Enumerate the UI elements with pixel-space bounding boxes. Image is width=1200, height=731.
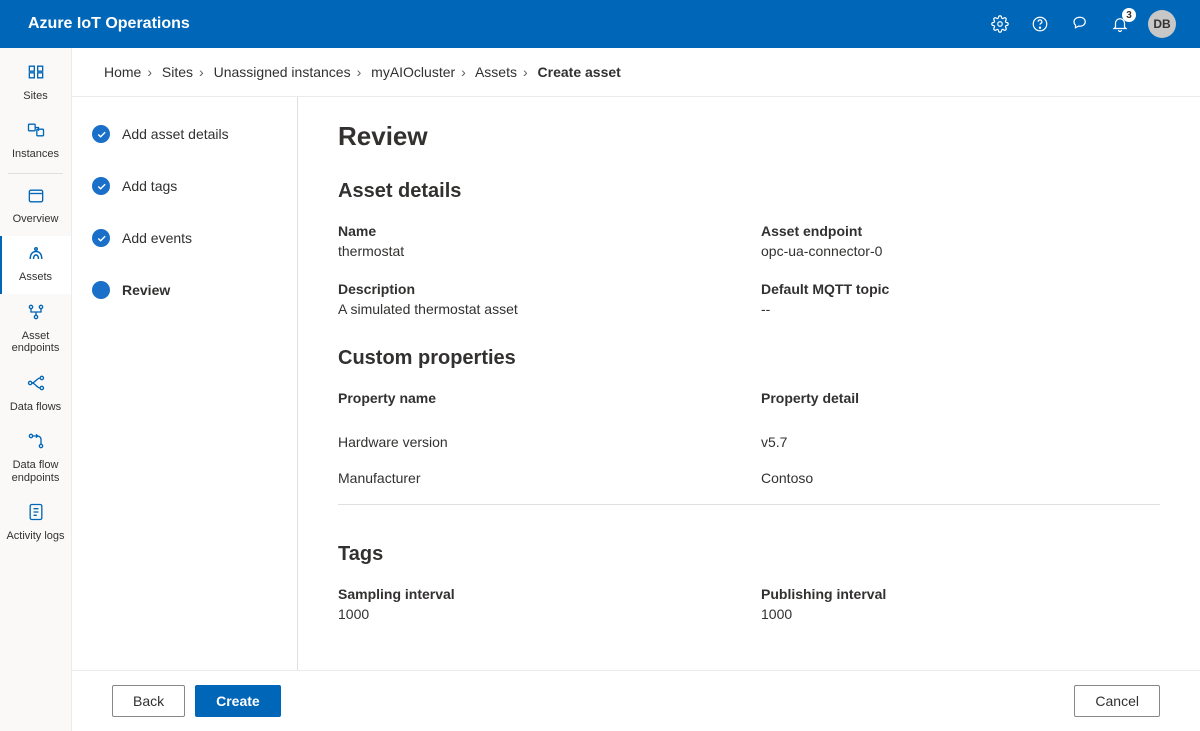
rail-item-sites[interactable]: Sites bbox=[0, 54, 71, 112]
rail-label: Data flows bbox=[10, 401, 61, 414]
rail-item-activity-logs[interactable]: Activity logs bbox=[0, 494, 71, 552]
avatar[interactable]: DB bbox=[1148, 10, 1176, 38]
rail-label: Instances bbox=[12, 148, 59, 161]
rail-label: Sites bbox=[23, 90, 47, 103]
rail-item-dataflow-endpoints[interactable]: Data flow endpoints bbox=[0, 423, 71, 494]
rail-label: Asset endpoints bbox=[4, 330, 67, 355]
step-review[interactable]: Review bbox=[92, 281, 277, 299]
field-mqtt-topic: Default MQTT topic -- bbox=[761, 281, 1160, 317]
field-sampling-interval: Sampling interval 1000 bbox=[338, 586, 737, 622]
rail-item-instances[interactable]: Instances bbox=[0, 112, 71, 170]
step-add-tags[interactable]: Add tags bbox=[92, 177, 277, 195]
wizard-stepper: Add asset details Add tags Add events bbox=[72, 97, 298, 670]
step-label: Add tags bbox=[122, 178, 177, 194]
brand-title: Azure IoT Operations bbox=[28, 15, 190, 33]
check-icon bbox=[92, 177, 110, 195]
app-header: Azure IoT Operations 3 DB bbox=[0, 0, 1200, 48]
crumb-home[interactable]: Home bbox=[104, 64, 141, 80]
rail-item-overview[interactable]: Overview bbox=[0, 178, 71, 236]
back-button[interactable]: Back bbox=[112, 685, 185, 717]
review-panel: Review Asset details Name thermostat Ass… bbox=[298, 97, 1200, 670]
nav-rail: Sites Instances Overview Assets Asset e bbox=[0, 48, 72, 731]
notification-badge: 3 bbox=[1122, 8, 1136, 22]
field-publishing-interval: Publishing interval 1000 bbox=[761, 586, 1160, 622]
assets-icon bbox=[26, 244, 46, 272]
custom-properties-heading: Custom properties bbox=[338, 347, 1160, 370]
crumb-sites[interactable]: Sites bbox=[162, 64, 193, 80]
asset-details-heading: Asset details bbox=[338, 180, 1160, 203]
activity-logs-icon bbox=[26, 502, 46, 530]
crumb-cluster[interactable]: myAIOcluster bbox=[371, 64, 455, 80]
field-description: Description A simulated thermostat asset bbox=[338, 281, 737, 317]
field-name: Name thermostat bbox=[338, 223, 737, 259]
overview-icon bbox=[26, 186, 46, 214]
wizard-footer: Back Create Cancel bbox=[72, 670, 1200, 731]
rail-item-assets[interactable]: Assets bbox=[0, 236, 71, 294]
crumb-unassigned[interactable]: Unassigned instances bbox=[214, 64, 351, 80]
check-icon bbox=[92, 229, 110, 247]
cancel-button[interactable]: Cancel bbox=[1074, 685, 1160, 717]
rail-item-asset-endpoints[interactable]: Asset endpoints bbox=[0, 294, 71, 365]
rail-item-data-flows[interactable]: Data flows bbox=[0, 365, 71, 423]
dataflow-endpoints-icon bbox=[26, 431, 46, 459]
settings-icon[interactable] bbox=[980, 0, 1020, 48]
rail-label: Assets bbox=[19, 271, 52, 284]
create-button[interactable]: Create bbox=[195, 685, 281, 717]
custom-prop-detail: v5.7 bbox=[761, 424, 1160, 460]
check-icon bbox=[92, 125, 110, 143]
crumb-assets[interactable]: Assets bbox=[475, 64, 517, 80]
notifications-icon[interactable]: 3 bbox=[1100, 0, 1140, 48]
breadcrumb: Home› Sites› Unassigned instances› myAIO… bbox=[72, 48, 1200, 97]
custom-properties-table: Property name Property detail Hardware v… bbox=[338, 390, 1160, 535]
step-add-events[interactable]: Add events bbox=[92, 229, 277, 247]
custom-prop-name: Manufacturer bbox=[338, 460, 737, 496]
rail-label: Activity logs bbox=[6, 530, 64, 543]
help-icon[interactable] bbox=[1020, 0, 1060, 48]
custom-prop-name: Hardware version bbox=[338, 424, 737, 460]
step-label: Add events bbox=[122, 230, 192, 246]
custom-prop-detail: Contoso bbox=[761, 460, 1160, 496]
step-label: Add asset details bbox=[122, 126, 229, 142]
step-label: Review bbox=[122, 282, 170, 298]
feedback-icon[interactable] bbox=[1060, 0, 1100, 48]
tags-heading: Tags bbox=[338, 543, 1160, 566]
current-step-icon bbox=[92, 281, 110, 299]
instances-icon bbox=[26, 120, 46, 148]
data-flows-icon bbox=[26, 373, 46, 401]
rail-label: Data flow endpoints bbox=[4, 459, 67, 484]
crumb-current: Create asset bbox=[538, 64, 621, 80]
custom-prop-col-name: Property name bbox=[338, 390, 737, 406]
field-asset-endpoint: Asset endpoint opc-ua-connector-0 bbox=[761, 223, 1160, 259]
page-title: Review bbox=[338, 121, 1160, 152]
sites-icon bbox=[26, 62, 46, 90]
custom-prop-col-detail: Property detail bbox=[761, 390, 1160, 406]
asset-endpoints-icon bbox=[26, 302, 46, 330]
rail-label: Overview bbox=[13, 213, 59, 226]
step-add-asset-details[interactable]: Add asset details bbox=[92, 125, 277, 143]
